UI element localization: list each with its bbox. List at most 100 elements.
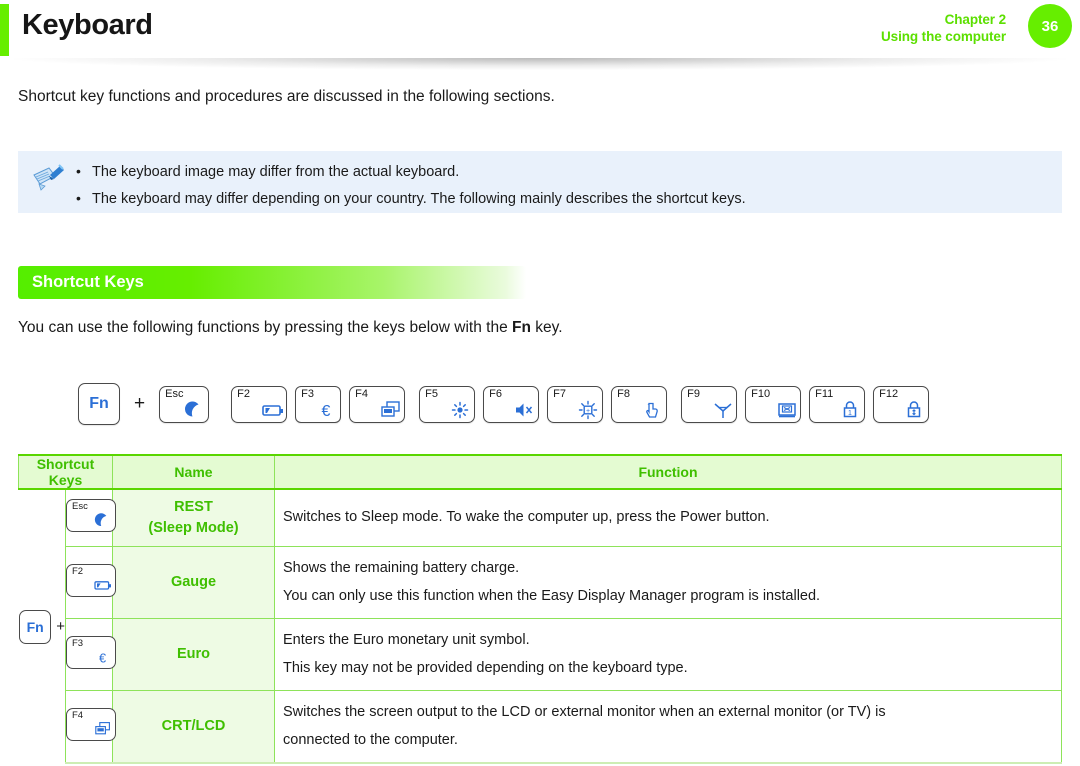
row-function-cell: Switches to Sleep mode. To wake the comp… (274, 488, 1062, 547)
note-item-text: The keyboard image may differ from the a… (92, 164, 460, 180)
table-row: F4 CRT/LCD Switches the screen output to… (19, 690, 1062, 765)
dual-monitor-icon (380, 400, 400, 420)
row-function-cell: Shows the remaining battery charge. You … (274, 545, 1062, 620)
row-name-line1: Gauge (170, 574, 217, 591)
table-body: Fn + Esc REST (Sleep Mode) Switches to S… (18, 488, 1062, 765)
fn-key-cell: Fn + (18, 489, 66, 764)
diagram-key-f10[interactable]: F10 (745, 385, 802, 423)
diagram-key-f2-label: F2 (237, 387, 250, 400)
diagram-key-f2[interactable]: F2 (231, 385, 288, 423)
table-key-esc-label: Esc (72, 501, 88, 512)
dual-monitor-icon (94, 721, 111, 738)
fn-key-group: Fn + (19, 609, 65, 644)
num-lock-icon: 1 (840, 400, 860, 420)
diagram-key-f3[interactable]: F3 € (295, 385, 342, 423)
row-function-line: This key may not be provided depending o… (283, 659, 688, 676)
wireless-antenna-icon (712, 400, 732, 420)
diagram-key-fn-label: Fn (89, 395, 109, 412)
row-key-cell: F2 (65, 545, 116, 620)
row-function-line: Shows the remaining battery charge. (283, 560, 520, 576)
euro-icon: € (94, 649, 111, 666)
hand-touch-icon (642, 400, 662, 420)
svg-text:1: 1 (848, 410, 852, 417)
diagram-plus-sign: + (134, 393, 146, 414)
battery-icon (262, 400, 284, 420)
section-heading-label: Shortcut Keys (32, 273, 144, 291)
header-accent-bar (0, 4, 9, 56)
row-name-line1: Euro (176, 646, 211, 663)
table-header-row: Shortcut Keys Name Function (18, 454, 1062, 490)
diagram-key-f9-label: F9 (687, 387, 700, 400)
note-list-item: • The keyboard may differ depending on y… (76, 186, 1051, 213)
diagram-key-f5[interactable]: F5 (419, 385, 476, 423)
diagram-key-f11-label: F11 (815, 387, 834, 400)
row-function-line: Switches the screen output to the LCD or… (283, 704, 886, 721)
row-function-line: Enters the Euro monetary unit symbol. (283, 632, 530, 649)
diagram-key-f4-label: F4 (355, 387, 368, 400)
row-name-line1: REST (174, 498, 213, 515)
table-key-f3-label: F3 (72, 637, 84, 649)
table-fn-plus: + (56, 618, 65, 636)
diagram-key-esc[interactable]: Esc (159, 385, 210, 423)
row-key-cell: F3 € (65, 618, 116, 692)
header-divider-shadow (14, 58, 1066, 70)
table-key-f2[interactable]: F2 (66, 563, 116, 597)
row-function-cell: Enters the Euro monetary unit symbol. Th… (274, 618, 1062, 692)
row-key-cell: F4 (65, 690, 116, 765)
diagram-key-f4[interactable]: F4 (349, 385, 406, 423)
table-key-fn-label: Fn (26, 618, 44, 635)
diagram-key-f5-label: F5 (425, 387, 438, 400)
diagram-key-f3-label: F3 (301, 387, 314, 400)
brightness-up-icon: + (578, 400, 598, 420)
row-name-cell: REST (Sleep Mode) (112, 488, 275, 547)
diagram-key-f6-label: F6 (489, 387, 502, 400)
scroll-lock-icon (904, 400, 924, 420)
column-header-name: Name (112, 454, 275, 490)
note-callout: • The keyboard image may differ from the… (18, 151, 1062, 213)
euro-icon: € (316, 400, 336, 420)
diagram-key-f11[interactable]: F11 1 (809, 385, 866, 423)
section-description-fn: Fn (512, 319, 531, 336)
moon-icon (94, 512, 111, 529)
diagram-key-f7-label: F7 (553, 387, 566, 400)
intro-paragraph: Shortcut key functions and procedures ar… (18, 88, 555, 105)
page-title: Keyboard (22, 9, 153, 41)
table-header: Shortcut Keys Name Function (18, 454, 1062, 490)
column-header-function: Function (274, 454, 1062, 490)
chapter-subtitle: Using the computer (881, 29, 1006, 45)
diagram-key-f8[interactable]: F8 (611, 385, 668, 423)
table-key-f2-label: F2 (72, 565, 84, 577)
moon-icon (184, 400, 204, 420)
chapter-info: Chapter 2 Using the computer (881, 11, 1006, 46)
svg-text:€: € (322, 403, 331, 420)
diagram-key-f12[interactable]: F12 (873, 385, 930, 423)
diagram-key-f9[interactable]: F9 (681, 385, 738, 423)
section-heading-bar: Shortcut Keys (18, 266, 526, 299)
section-description-post: key. (530, 319, 563, 336)
note-list-item: • The keyboard image may differ from the… (76, 159, 1051, 186)
table-key-fn[interactable]: Fn (19, 609, 52, 644)
row-function-line: Switches to Sleep mode. To wake the comp… (283, 509, 770, 526)
shortcut-key-diagram: Fn + Esc F2 F3 € F4 F5 F6 F7 + F8 F9 F10… (78, 383, 930, 425)
row-name-cell: Gauge (112, 545, 275, 620)
chapter-label: Chapter 2 (944, 12, 1006, 27)
row-key-cell: Esc (65, 488, 116, 547)
diagram-key-f6[interactable]: F6 (483, 385, 540, 423)
table-key-f4-label: F4 (72, 709, 84, 721)
diagram-key-f12-label: F12 (879, 387, 899, 400)
table-row: Fn + Esc REST (Sleep Mode) Switches to S… (18, 488, 1062, 764)
shortcut-keys-table: Shortcut Keys Name Function Fn + Esc RES… (18, 454, 1062, 765)
diagram-key-f7[interactable]: F7 + (547, 385, 604, 423)
table-key-esc[interactable]: Esc (66, 499, 116, 532)
diagram-key-esc-label: Esc (165, 387, 184, 400)
table-key-f4[interactable]: F4 (66, 707, 116, 741)
table-key-f3[interactable]: F3 € (66, 635, 116, 669)
diagram-key-fn[interactable]: Fn (78, 383, 120, 425)
note-item-text: The keyboard may differ depending on you… (92, 190, 746, 207)
diagram-key-f10-label: F10 (751, 387, 771, 400)
svg-text:+: + (586, 408, 590, 415)
table-row: F3 € Euro Enters the Euro monetary unit … (19, 618, 1062, 692)
battery-icon (94, 577, 111, 594)
note-list: • The keyboard image may differ from the… (76, 159, 1051, 213)
column-header-shortcut-keys: Shortcut Keys (18, 454, 113, 490)
